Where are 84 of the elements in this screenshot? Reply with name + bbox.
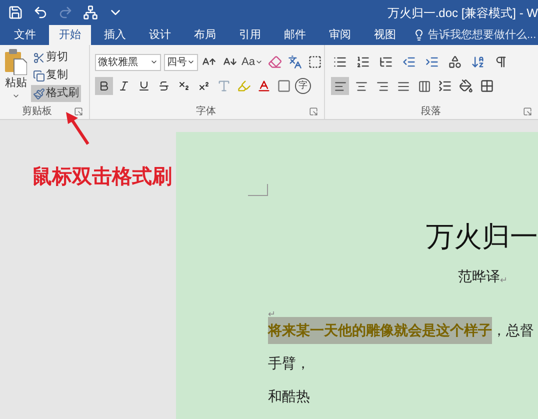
caret-icon xyxy=(254,58,263,66)
strikethrough-icon xyxy=(158,80,170,92)
ribbon-tab[interactable]: 视图 xyxy=(364,25,406,45)
document-author: 范晔译 xyxy=(458,267,500,286)
save-icon[interactable] xyxy=(8,5,23,20)
dialog-launcher-icon[interactable] xyxy=(309,106,318,116)
copy-icon xyxy=(33,70,45,82)
numbering-icon xyxy=(356,55,370,69)
ribbon-tab[interactable]: 邮件 xyxy=(274,25,316,45)
character-shading-button[interactable] xyxy=(275,77,293,95)
ribbon-tab[interactable]: 插入 xyxy=(94,25,136,45)
italic-icon xyxy=(118,80,130,92)
body-text: 和酷热 xyxy=(268,387,310,406)
align-left-icon xyxy=(334,80,346,92)
enclose-character-button[interactable]: 字 xyxy=(295,78,311,94)
show-marks-icon xyxy=(494,55,508,69)
body-text: 手臂， xyxy=(268,354,310,373)
body-text: ，总督 xyxy=(492,321,534,340)
dialog-launcher-icon[interactable] xyxy=(523,106,532,116)
phonetic-guide-button[interactable] xyxy=(286,53,304,71)
borders-button[interactable] xyxy=(478,77,496,95)
paste-button[interactable]: 粘贴 xyxy=(2,49,30,103)
sort-icon xyxy=(471,55,485,69)
caret-icon xyxy=(186,58,195,66)
clipboard-command[interactable]: 剪切 xyxy=(31,49,81,66)
paragraph-mark: ↵ xyxy=(500,274,508,286)
phonetic-guide-icon xyxy=(288,55,302,69)
multilevel-list-icon xyxy=(379,55,393,69)
annotation-text: 鼠标双击格式刷 xyxy=(32,166,172,188)
character-shading-icon xyxy=(277,79,291,93)
align-left-button[interactable] xyxy=(331,77,349,95)
undo-icon[interactable] xyxy=(33,5,48,20)
justify-icon xyxy=(396,80,410,92)
lightbulb-icon xyxy=(413,29,425,41)
arrow-icon xyxy=(64,112,92,146)
font-size-field[interactable]: 四号 xyxy=(164,54,198,70)
bold-icon xyxy=(98,80,110,92)
clear-format-icon xyxy=(268,55,282,69)
bold-button[interactable] xyxy=(95,77,113,95)
caret-icon xyxy=(150,58,158,66)
paragraph-mark: ↵ xyxy=(268,309,276,319)
line-spacing-icon xyxy=(438,79,452,93)
dialog-launcher-icon[interactable] xyxy=(74,106,83,116)
highlight-icon xyxy=(237,79,251,93)
text-effects-icon xyxy=(217,79,231,93)
font-name-field[interactable]: 微软雅黑 xyxy=(95,54,161,70)
subscript-icon xyxy=(178,80,190,92)
align-center-icon xyxy=(354,80,368,92)
asian-layout-icon xyxy=(448,55,462,69)
group-label: 段落 xyxy=(421,104,441,118)
underline-icon xyxy=(138,80,150,92)
align-right-icon xyxy=(376,80,388,92)
shading-button[interactable] xyxy=(457,77,475,95)
tell-me-field[interactable]: 告诉我您想要做什么... xyxy=(413,25,536,45)
ribbon-tab[interactable]: 开始 xyxy=(49,25,91,45)
window-title: 万火归一.doc [兼容模式] - W xyxy=(387,4,538,22)
decrease-indent-icon xyxy=(402,55,416,69)
distribute-icon xyxy=(418,80,430,92)
change-case-button[interactable]: Aa xyxy=(241,53,263,71)
clipboard-command[interactable]: 复制 xyxy=(31,67,81,84)
hierarchy-icon[interactable] xyxy=(83,5,98,20)
borders-icon xyxy=(480,79,494,93)
increase-indent-icon xyxy=(425,55,439,69)
paintbrush-icon xyxy=(33,88,45,100)
highlighted-text: 将来某一天他的雕像就会是这个样子 xyxy=(268,317,492,344)
corner-mark xyxy=(248,184,268,196)
ribbon-tab[interactable]: 设计 xyxy=(139,25,181,45)
clipboard-icon xyxy=(5,49,27,75)
ribbon-tab[interactable]: 文件 xyxy=(4,25,46,45)
group-label: 字体 xyxy=(196,104,216,118)
clear-format-button[interactable] xyxy=(266,53,284,71)
ribbon-tab[interactable]: 审阅 xyxy=(319,25,361,45)
superscript-icon xyxy=(198,80,210,92)
ribbon-tab[interactable]: 引用 xyxy=(229,25,271,45)
group-label: 剪贴板 xyxy=(22,104,52,118)
ribbon-tab[interactable]: 布局 xyxy=(184,25,226,45)
scissors-icon xyxy=(33,52,45,64)
font-color-icon xyxy=(257,79,271,93)
asian-layout-button[interactable] xyxy=(446,53,464,71)
character-border-icon xyxy=(308,55,322,69)
shading-icon xyxy=(459,79,473,93)
bullets-icon xyxy=(333,55,347,69)
document-title: 万火归一 xyxy=(426,221,538,252)
clipboard-command[interactable]: 格式刷 xyxy=(31,85,81,102)
